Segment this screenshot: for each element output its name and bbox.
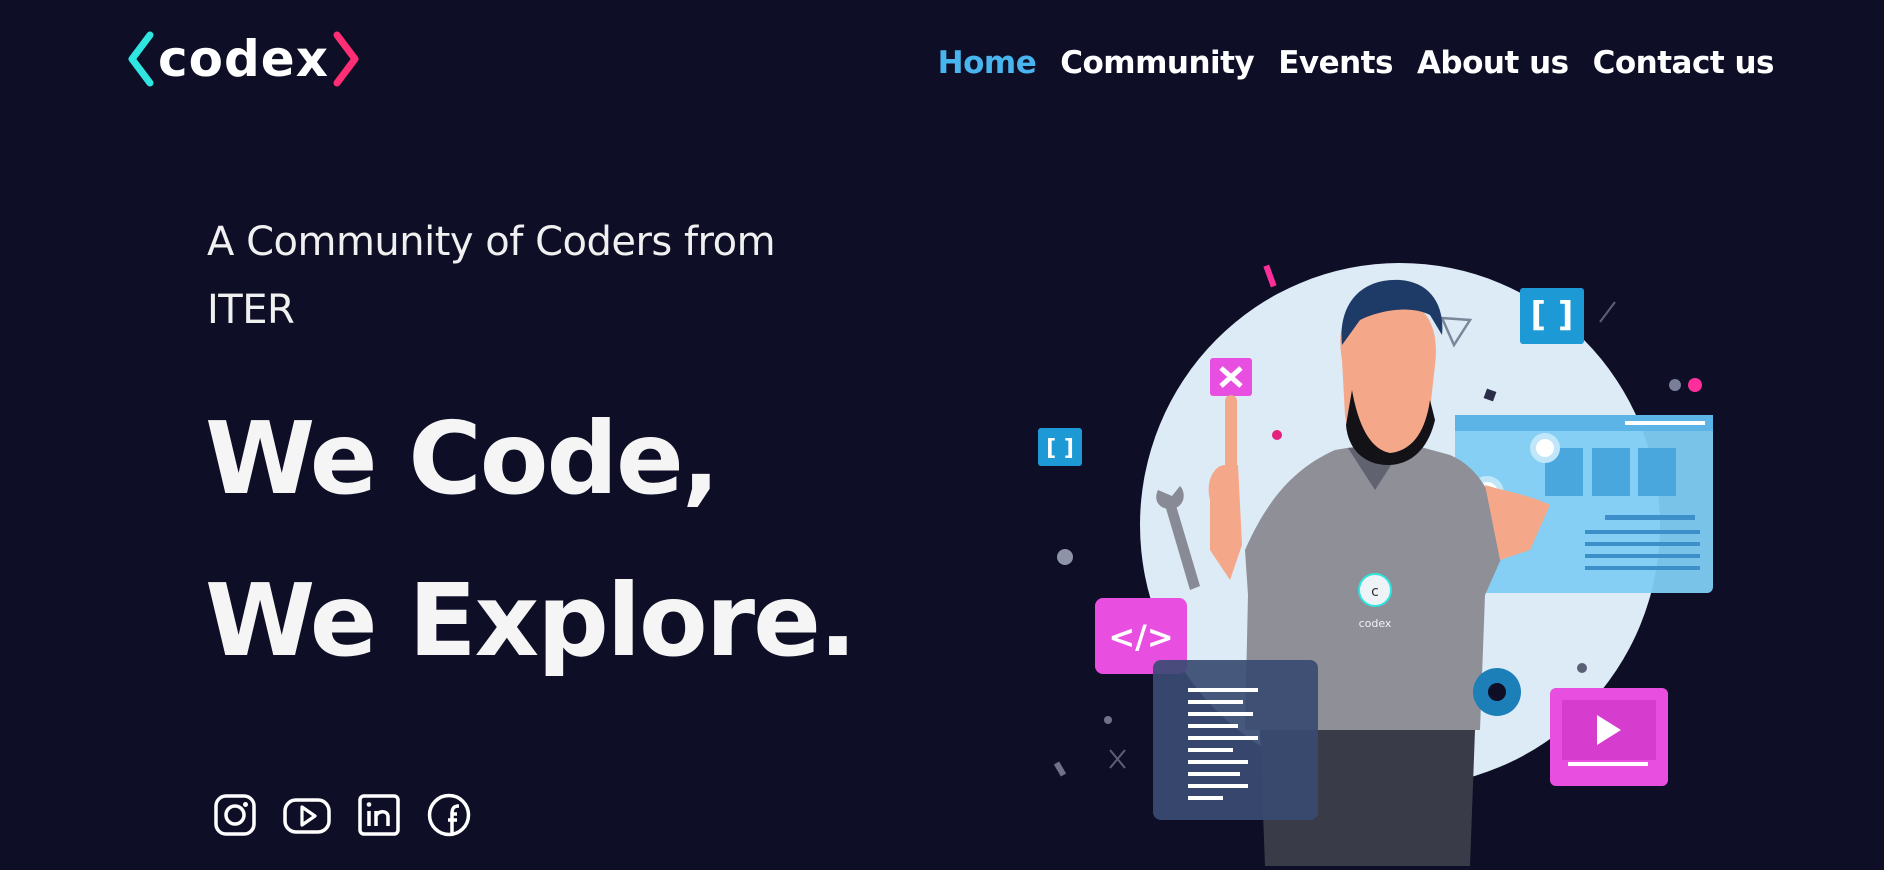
bracket-badge-large: [ ] [1520, 288, 1584, 344]
gear-icon [1473, 668, 1521, 716]
deco-line [1599, 301, 1616, 323]
svg-text:c: c [1371, 584, 1379, 600]
close-badge [1210, 358, 1252, 396]
nav-events[interactable]: Events [1278, 40, 1393, 86]
instagram-icon[interactable] [212, 792, 258, 838]
deco-dot-gray [1669, 379, 1681, 391]
hero-headline: We Code, We Explore. [205, 378, 857, 702]
deco-dot-small [1104, 716, 1112, 724]
deco-pink-dash [1263, 264, 1277, 288]
main-nav: Home Community Events About us Contact u… [938, 40, 1775, 86]
hero-illustration: [ ] [ ] c codex </> [1030, 250, 1750, 866]
hero-tagline: A Community of Coders from ITER [207, 219, 776, 333]
svg-text:codex: codex [1359, 617, 1392, 630]
site-logo[interactable]: codex [126, 26, 361, 92]
deco-gray-dash [1053, 761, 1067, 777]
logo-text: codex [158, 30, 329, 88]
headline-line-2: We Explore. [205, 562, 857, 679]
social-links [212, 792, 472, 838]
nav-about-us[interactable]: About us [1417, 40, 1569, 86]
nav-contact-us[interactable]: Contact us [1593, 40, 1775, 86]
facebook-icon[interactable] [426, 792, 472, 838]
deco-dot-gray-2 [1057, 549, 1073, 565]
deco-dot-small-2 [1577, 663, 1587, 673]
bracket-badge-small: [ ] [1038, 428, 1082, 466]
deco-dot-magenta [1272, 430, 1282, 440]
youtube-icon[interactable] [282, 792, 332, 838]
headline-line-1: We Code, [205, 400, 720, 517]
svg-text:[ ]: [ ] [1046, 436, 1074, 461]
nav-home[interactable]: Home [938, 40, 1037, 86]
document-card [1153, 660, 1318, 820]
left-bracket-icon [128, 31, 154, 87]
deco-dot-pink [1688, 378, 1702, 392]
video-card [1550, 688, 1668, 786]
svg-text:[ ]: [ ] [1531, 295, 1574, 335]
svg-text:</>: </> [1108, 618, 1173, 656]
nav-community[interactable]: Community [1060, 40, 1254, 86]
linkedin-icon[interactable] [356, 792, 402, 838]
right-bracket-icon [333, 31, 359, 87]
